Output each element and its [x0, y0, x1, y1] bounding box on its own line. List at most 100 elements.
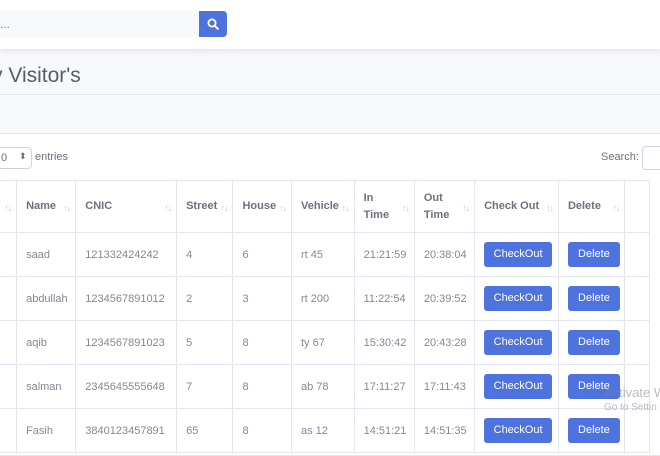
header-in-time-label-2: Time	[363, 208, 390, 221]
cell-cnic: 121332424242	[75, 232, 178, 277]
header-street-label: Street	[186, 200, 218, 212]
cell-vehicle: rt 200	[291, 276, 355, 321]
header-extra	[624, 180, 650, 233]
cell-house: 8	[232, 320, 292, 365]
table-header-row: ↑↓ Name ↑↓ CNIC ↑↓ Street ↑↓ House ↑↓ Vehicl…	[0, 180, 650, 233]
cell-vehicle: rt 45	[291, 232, 355, 277]
cell-checkout: CheckOut	[474, 408, 559, 453]
sort-icon: ↑↓	[401, 202, 410, 213]
cell-house: 8	[232, 408, 292, 453]
cell-index	[0, 408, 18, 453]
checkout-button[interactable]: CheckOut	[484, 374, 553, 399]
cell-delete: Delete	[557, 276, 626, 321]
sort-icon: ↑↓	[462, 202, 470, 213]
caret-icon: ⬍	[19, 151, 27, 161]
entries-label: entries	[35, 151, 69, 163]
table-row: saad 121332424242 4 6 rt 45 21:21:59 20:…	[0, 232, 650, 277]
header-name-label: Name	[26, 200, 57, 212]
cell-cnic: 1234567891012	[75, 276, 178, 321]
header-in-time[interactable]: In Time ↑↓	[353, 180, 415, 233]
table-search-label: Search:	[601, 151, 639, 163]
topbar: ...	[0, 0, 660, 49]
header-delete[interactable]: Delete ↑↓	[557, 180, 626, 233]
cell-name: abdullah	[16, 276, 77, 321]
cell-delete: Delete	[557, 232, 626, 277]
cell-vehicle: ab 78	[291, 364, 355, 409]
cell-street: 2	[176, 276, 234, 321]
cell-extra	[624, 276, 650, 321]
cell-house: 3	[232, 276, 292, 321]
checkout-button[interactable]: CheckOut	[484, 330, 553, 355]
checkout-button[interactable]: CheckOut	[484, 242, 553, 267]
delete-button[interactable]: Delete	[567, 286, 620, 311]
delete-button[interactable]: Delete	[567, 418, 620, 443]
cell-out-time: 17:11:43	[413, 364, 476, 409]
cell-checkout: CheckOut	[474, 320, 559, 365]
cell-index	[0, 276, 18, 321]
cell-vehicle: ty 67	[291, 320, 355, 365]
checkout-button[interactable]: CheckOut	[484, 418, 553, 443]
delete-button[interactable]: Delete	[567, 242, 620, 267]
cell-extra	[624, 408, 650, 453]
header-house[interactable]: House ↑↓	[232, 180, 292, 233]
header-out-time-label-1: Out	[423, 191, 443, 204]
search-button[interactable]	[199, 11, 227, 37]
header-out-time[interactable]: Out Time ↑↓	[413, 180, 476, 233]
header-index[interactable]: ↑↓	[0, 180, 18, 233]
cell-street: 4	[176, 232, 234, 277]
page-title: y Visitor's	[0, 64, 81, 87]
delete-button[interactable]: Delete	[567, 330, 620, 355]
cell-house: 8	[232, 364, 292, 409]
sort-icon: ↑↓	[279, 202, 287, 213]
table-row: Fasih 3840123457891 65 8 as 12 14:51:21 …	[0, 408, 650, 453]
visitor-table: ↑↓ Name ↑↓ CNIC ↑↓ Street ↑↓ House ↑↓ Vehicl…	[0, 180, 650, 453]
card-header	[0, 95, 660, 134]
search-icon	[207, 18, 219, 30]
sort-icon: ↑↓	[545, 202, 554, 213]
cell-street: 5	[176, 320, 234, 365]
cell-in-time: 17:11:27	[353, 364, 415, 409]
sort-icon: ↑↓	[4, 202, 12, 213]
header-vehicle[interactable]: Vehicle ↑↓	[291, 180, 355, 233]
activation-watermark-title: Activate W	[604, 385, 660, 400]
cell-index	[0, 232, 18, 277]
sort-icon: ↑↓	[164, 202, 172, 213]
sort-icon: ↑↓	[341, 202, 350, 213]
cell-vehicle: as 12	[291, 408, 355, 453]
cell-delete: Delete	[557, 320, 626, 365]
entries-length-value: 0	[1, 152, 8, 164]
cell-cnic: 2345645555648	[75, 364, 178, 409]
header-in-time-label-1: In	[363, 191, 374, 204]
checkout-button[interactable]: CheckOut	[484, 286, 553, 311]
entries-length-select[interactable]: 0 ⬍	[0, 147, 32, 169]
cell-out-time: 20:43:28	[413, 320, 476, 365]
table-search-input[interactable]	[642, 146, 660, 170]
cell-delete: Delete	[557, 408, 626, 453]
cell-name: saad	[16, 232, 77, 277]
sort-icon: ↑↓	[220, 202, 228, 213]
header-cnic[interactable]: CNIC ↑↓	[75, 180, 178, 233]
header-check-out[interactable]: Check Out ↑↓	[474, 180, 559, 233]
header-street[interactable]: Street ↑↓	[176, 180, 234, 233]
table-row: aqib 1234567891023 5 8 ty 67 15:30:42 20…	[0, 320, 650, 365]
header-delete-label: Delete	[567, 200, 601, 212]
cell-in-time: 11:22:54	[353, 276, 415, 321]
cell-cnic: 1234567891023	[75, 320, 178, 365]
sort-icon: ↑↓	[612, 202, 620, 213]
cell-in-time: 14:51:21	[353, 408, 415, 453]
header-name[interactable]: Name ↑↓	[16, 180, 77, 233]
header-out-time-label-2: Time	[423, 208, 450, 221]
cell-out-time: 20:38:04	[413, 232, 476, 277]
cell-index	[0, 320, 18, 365]
cell-street: 65	[176, 408, 234, 453]
header-house-label: House	[242, 200, 277, 212]
cell-extra	[624, 232, 650, 277]
cell-cnic: 3840123457891	[75, 408, 178, 453]
table-row: salman 2345645555648 7 8 ab 78 17:11:27 …	[0, 364, 650, 409]
search-input[interactable]: ...	[0, 11, 199, 37]
cell-street: 7	[176, 364, 234, 409]
header-check-out-label: Check Out	[484, 200, 540, 212]
cell-checkout: CheckOut	[474, 364, 559, 409]
cell-index	[0, 364, 18, 409]
header-cnic-label: CNIC	[85, 200, 113, 212]
